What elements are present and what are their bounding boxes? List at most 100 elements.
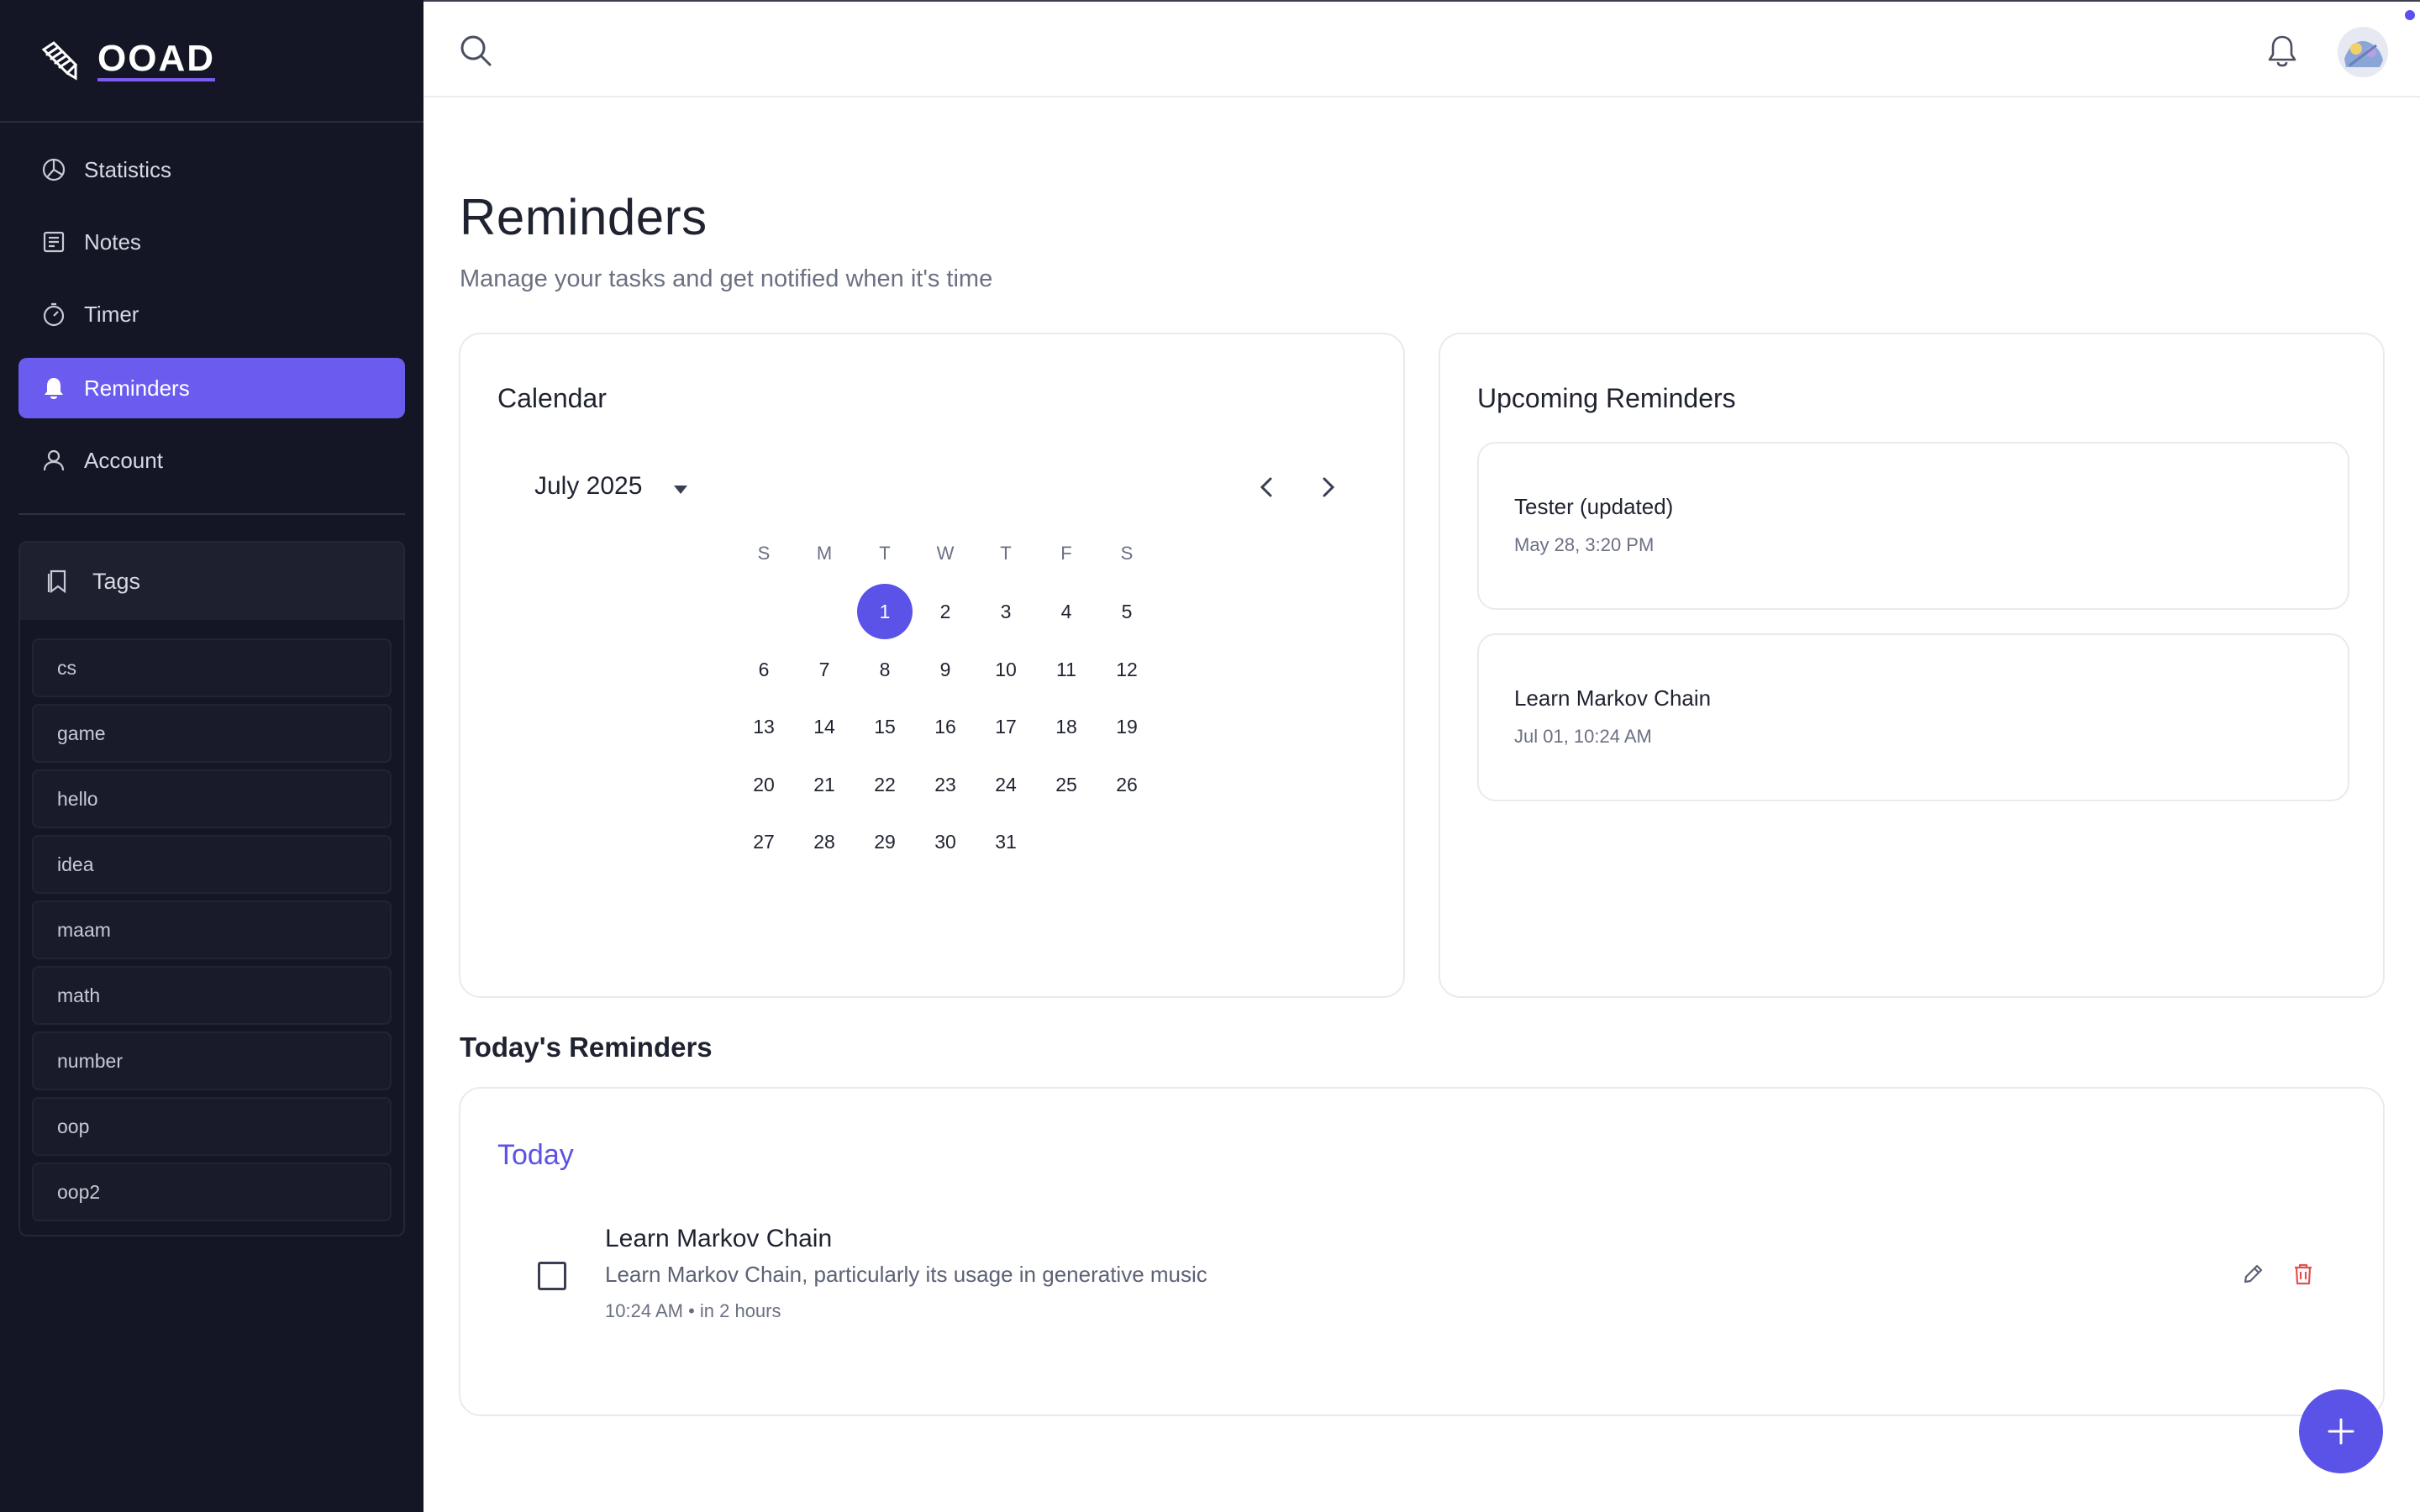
calendar-day[interactable]: 16: [918, 699, 973, 754]
calendar-day[interactable]: 7: [797, 642, 852, 697]
task-description: Learn Markov Chain, particularly its usa…: [605, 1262, 1207, 1287]
sidebar: OOAD Statistics Notes Timer Reminders Ac…: [0, 0, 424, 1512]
nav-label: Notes: [84, 228, 141, 255]
calendar-day[interactable]: 26: [1099, 757, 1155, 812]
divider: [0, 121, 424, 123]
user-icon: [43, 449, 65, 471]
calendar-day[interactable]: 28: [797, 814, 852, 869]
calendar-day[interactable]: 25: [1039, 757, 1094, 812]
calendar-day[interactable]: 5: [1099, 584, 1155, 639]
task-meta: 10:24 AM • in 2 hours: [605, 1300, 781, 1321]
nav-label: Timer: [84, 301, 139, 327]
calendar-day[interactable]: 20: [736, 757, 792, 812]
divider: [18, 513, 405, 515]
month-label[interactable]: July 2025: [534, 472, 642, 501]
weekday-label: F: [1060, 543, 1072, 564]
calendar-day[interactable]: 8: [857, 642, 913, 697]
pie-chart-icon: [42, 158, 66, 181]
calendar-day[interactable]: 21: [797, 757, 852, 812]
chevron-right-icon[interactable]: [1311, 470, 1344, 504]
tag-item[interactable]: oop2: [32, 1163, 392, 1221]
weekday-label: W: [936, 543, 955, 564]
nav-item-statistics[interactable]: Statistics: [18, 139, 405, 200]
user-avatar[interactable]: [2338, 27, 2388, 77]
upcoming-reminder-item[interactable]: Learn Markov Chain Jul 01, 10:24 AM: [1477, 633, 2349, 801]
bookmark-icon: [47, 570, 66, 594]
tag-item[interactable]: number: [32, 1032, 392, 1090]
add-reminder-button[interactable]: [2299, 1389, 2383, 1473]
calendar-day[interactable]: 4: [1039, 584, 1094, 639]
calendar-day[interactable]: 9: [918, 642, 973, 697]
nav-item-reminders[interactable]: Reminders: [18, 358, 405, 418]
search-icon: [460, 35, 492, 66]
reminder-title: Tester (updated): [1514, 494, 1674, 519]
notification-dot: [2405, 10, 2415, 20]
timer-icon: [43, 302, 65, 327]
nav-label: Statistics: [84, 156, 172, 182]
weekday-label: S: [757, 543, 771, 564]
reminder-time: May 28, 3:20 PM: [1514, 534, 1655, 555]
calendar-day[interactable]: 31: [978, 814, 1034, 869]
chevron-left-icon[interactable]: [1250, 470, 1284, 504]
tag-item[interactable]: cs: [32, 638, 392, 697]
calendar-day[interactable]: 3: [978, 584, 1034, 639]
notes-icon: [43, 231, 65, 253]
weekday-label: S: [1120, 543, 1134, 564]
nav-item-notes[interactable]: Notes: [18, 212, 405, 272]
tag-item[interactable]: idea: [32, 835, 392, 894]
calendar-day[interactable]: 15: [857, 699, 913, 754]
calendar-day[interactable]: 27: [736, 814, 792, 869]
calendar-day[interactable]: 13: [736, 699, 792, 754]
tags-heading: Tags: [92, 568, 141, 594]
tag-item[interactable]: maam: [32, 900, 392, 959]
calendar-card: Calendar July 2025 SMTWTFS 1 2 3 4 5 6 7 8 9 10 11…: [459, 333, 1405, 998]
calendar-day[interactable]: 12: [1099, 642, 1155, 697]
plus-icon: [2328, 1418, 2354, 1445]
trash-icon[interactable]: [2289, 1260, 2317, 1289]
topbar: [424, 0, 2420, 97]
calendar-day[interactable]: 6: [736, 642, 792, 697]
tag-item[interactable]: oop: [32, 1097, 392, 1156]
search-button[interactable]: [457, 32, 494, 69]
calendar-day[interactable]: 14: [797, 699, 852, 754]
calendar-day[interactable]: 23: [918, 757, 973, 812]
weekday-label: T: [1000, 543, 1012, 564]
calendar-day[interactable]: 11: [1039, 642, 1094, 697]
weekday-label: M: [816, 543, 833, 564]
calendar-day[interactable]: 2: [918, 584, 973, 639]
calendar-day[interactable]: 18: [1039, 699, 1094, 754]
caret-down-icon[interactable]: [671, 482, 691, 497]
calendar-title: Calendar: [497, 383, 607, 413]
calendar-day[interactable]: 19: [1099, 699, 1155, 754]
calendar-day[interactable]: 24: [978, 757, 1034, 812]
reminder-time: Jul 01, 10:24 AM: [1514, 726, 1652, 747]
tag-item[interactable]: hello: [32, 769, 392, 828]
nav-item-account[interactable]: Account: [18, 430, 405, 491]
nav-label: Account: [84, 447, 163, 473]
notifications-button[interactable]: [2264, 32, 2301, 69]
upcoming-title: Upcoming Reminders: [1477, 383, 1736, 413]
brand-name: OOAD: [97, 39, 215, 81]
today-label: Today: [497, 1139, 574, 1171]
brand-logo[interactable]: OOAD: [39, 37, 215, 84]
page-subtitle: Manage your tasks and get notified when …: [460, 265, 993, 292]
calendar-day[interactable]: 29: [857, 814, 913, 869]
pencil-icon: [41, 41, 78, 81]
tag-item[interactable]: game: [32, 704, 392, 763]
tags-header[interactable]: Tags: [20, 543, 403, 620]
avatar-image: [2338, 27, 2388, 77]
calendar-day[interactable]: 17: [978, 699, 1034, 754]
todays-reminders-heading: Today's Reminders: [460, 1032, 713, 1063]
nav-item-timer[interactable]: Timer: [18, 284, 405, 344]
edit-icon[interactable]: [2238, 1260, 2267, 1289]
today-card: Today Learn Markov Chain Learn Markov Ch…: [459, 1087, 2385, 1416]
calendar-day[interactable]: 30: [918, 814, 973, 869]
tag-item[interactable]: math: [32, 966, 392, 1025]
bell-icon: [2268, 35, 2296, 67]
upcoming-reminder-item[interactable]: Tester (updated) May 28, 3:20 PM: [1477, 442, 2349, 610]
calendar-day[interactable]: 1: [857, 584, 913, 639]
calendar-day[interactable]: 10: [978, 642, 1034, 697]
calendar-day[interactable]: 22: [857, 757, 913, 812]
weekday-label: T: [879, 543, 891, 564]
task-checkbox[interactable]: [538, 1262, 566, 1290]
